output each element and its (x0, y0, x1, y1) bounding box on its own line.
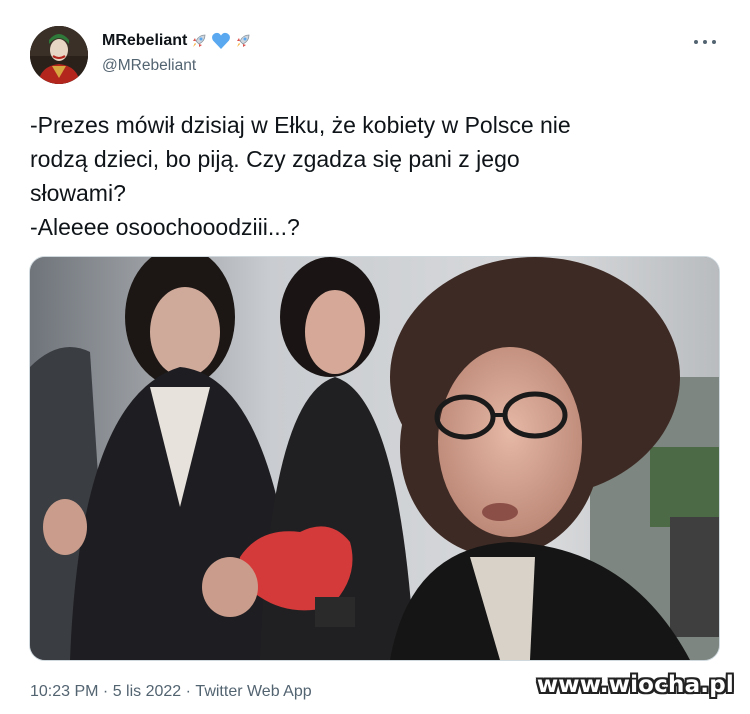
tweet-date-link[interactable]: 5 lis 2022 (113, 682, 182, 702)
dot-icon (694, 40, 698, 44)
author-display-name[interactable]: MRebeliant (102, 31, 187, 51)
tweet-time-link[interactable]: 10:23 PM (30, 682, 98, 702)
author-handle[interactable]: @MRebeliant (102, 57, 253, 75)
tweet-text-line: rodzą dzieci, bo piją. Czy zgadza się pa… (30, 146, 520, 172)
rocket-icon (233, 31, 253, 51)
more-options-button[interactable] (694, 32, 716, 52)
tweet-card: MRebeliant @MRebeliant -Prezes mówił dzi… (0, 0, 750, 714)
tweet-media-image[interactable] (29, 256, 720, 661)
author-name-row[interactable]: MRebeliant (102, 31, 253, 51)
tweet-text-line: -Prezes mówił dzisiaj w Ełku, że kobiety… (30, 112, 571, 138)
author-block: MRebeliant @MRebeliant (102, 31, 253, 75)
avatar-image (30, 26, 88, 84)
dot-icon (712, 40, 716, 44)
rocket-icon (189, 31, 209, 51)
meta-separator: · (181, 683, 196, 700)
meta-separator: · (98, 683, 113, 700)
blue-heart-icon (211, 31, 231, 51)
tweet-source: Twitter Web App (195, 683, 312, 700)
tweet-meta: 10:23 PM · 5 lis 2022 · Twitter Web App (30, 682, 312, 702)
tweet-text-line: -Aleeee osoochooodziii...? (30, 214, 300, 240)
watermark: www.wiocha.pl (536, 672, 734, 698)
tweet-text-line: słowami? (30, 180, 126, 206)
dot-icon (703, 40, 707, 44)
avatar[interactable] (30, 26, 88, 84)
tweet-text: -Prezes mówił dzisiaj w Ełku, że kobiety… (30, 108, 720, 244)
